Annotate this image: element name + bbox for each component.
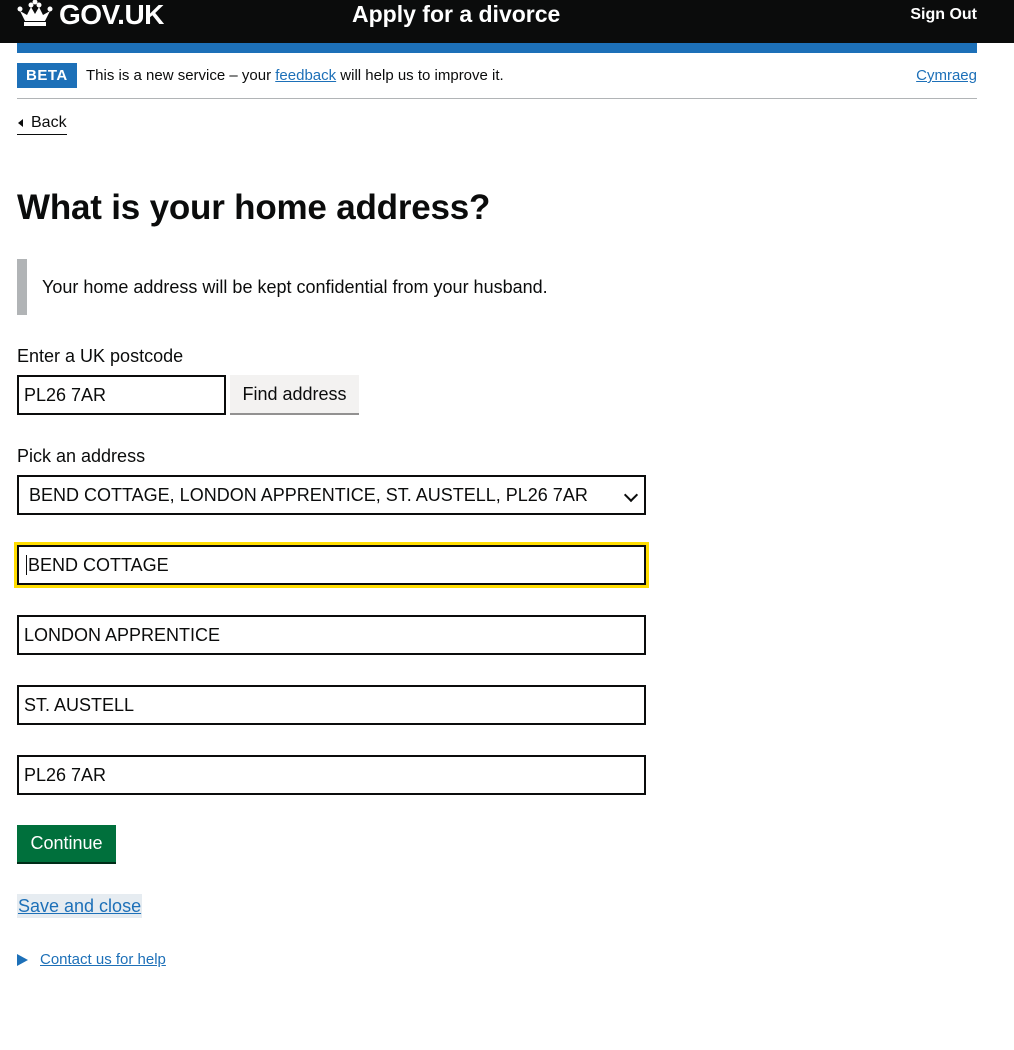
beta-tag: BETA <box>17 63 77 88</box>
phase-text-after: will help us to improve it. <box>336 67 504 84</box>
address-line-2-field[interactable] <box>17 615 646 655</box>
inset-text-content: Your home address will be kept confident… <box>42 276 548 297</box>
find-address-button[interactable]: Find address <box>230 375 359 415</box>
logo-text: GOV.UK <box>59 0 164 30</box>
phase-banner: BETA This is a new service – your feedba… <box>17 62 977 99</box>
postcode-label: Enter a UK postcode <box>17 346 184 366</box>
address-select-label: Pick an address <box>17 446 146 466</box>
continue-button[interactable]: Continue <box>17 825 116 864</box>
inset-text: Your home address will be kept confident… <box>17 259 642 315</box>
govuk-logo[interactable]: GOV.UK <box>17 0 164 30</box>
postcode-input[interactable] <box>17 375 226 415</box>
header-blue-bar <box>17 43 977 53</box>
phase-text-before: This is a new service – your <box>86 67 276 84</box>
contact-help-link[interactable]: Contact us for help <box>40 951 166 968</box>
site-header: GOV.UK Apply for a divorce Sign Out <box>0 0 1014 43</box>
save-and-close-link[interactable]: Save and close <box>17 894 143 918</box>
phase-banner-text: This is a new service – your feedback wi… <box>86 67 504 85</box>
address-select[interactable]: BEND COTTAGE, LONDON APPRENTICE, ST. AUS… <box>17 475 646 515</box>
address-postcode-field[interactable] <box>17 755 646 795</box>
sign-out-link[interactable]: Sign Out <box>910 5 977 25</box>
address-line-1-field[interactable]: BEND COTTAGE <box>17 545 646 585</box>
back-link[interactable]: Back <box>17 113 67 135</box>
chevron-down-icon <box>623 487 639 503</box>
feedback-link[interactable]: feedback <box>275 67 336 84</box>
address-line-1-value: BEND COTTAGE <box>28 554 169 575</box>
crown-icon <box>17 0 53 32</box>
back-arrow-icon <box>18 119 23 127</box>
text-cursor <box>26 555 27 575</box>
language-toggle-link[interactable]: Cymraeg <box>916 67 977 85</box>
page-title: What is your home address? <box>17 188 491 227</box>
address-town-field[interactable] <box>17 685 646 725</box>
help-details[interactable]: Contact us for help <box>17 951 166 968</box>
service-name[interactable]: Apply for a divorce <box>352 0 560 28</box>
address-select-value: BEND COTTAGE, LONDON APPRENTICE, ST. AUS… <box>29 484 588 505</box>
expand-triangle-icon <box>17 953 28 966</box>
back-link-label: Back <box>31 114 67 131</box>
